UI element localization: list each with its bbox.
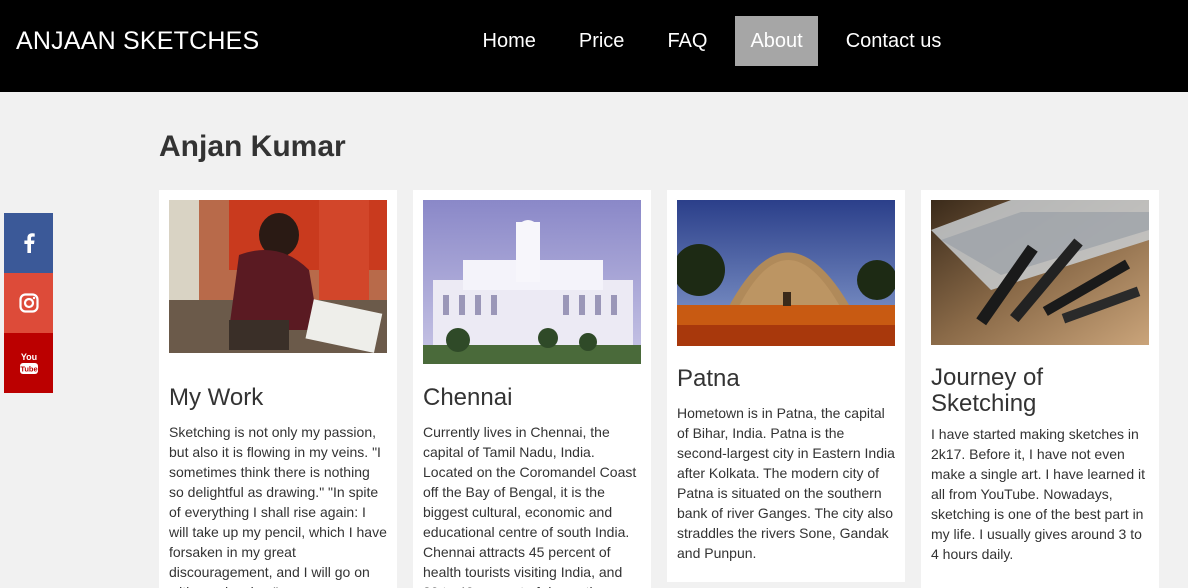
sketching-pens-photo — [931, 200, 1149, 345]
card-title: My Work — [169, 384, 264, 411]
facebook-icon — [23, 233, 35, 253]
social-bar: You Tube — [4, 213, 53, 393]
card-text: I have started making sketches in 2k17. … — [931, 426, 1146, 562]
nav-faq[interactable]: FAQ — [652, 16, 723, 66]
instagram-button[interactable] — [4, 273, 53, 333]
card-text: Currently lives in Chennai, the capital … — [423, 424, 637, 588]
card-text: Hometown is in Patna, the capital of Bih… — [677, 405, 895, 561]
card-chennai: Chennai Currently lives in Chennai, the … — [413, 190, 651, 588]
card-title: Patna — [677, 365, 740, 392]
card-patna: Patna Hometown is in Patna, the capital … — [667, 190, 905, 582]
youtube-icon-text-bottom: Tube — [20, 365, 37, 374]
card-title: Journey of Sketching — [931, 364, 1044, 417]
page-title: Anjan Kumar — [159, 130, 346, 163]
youtube-button[interactable]: You Tube — [4, 333, 53, 393]
artist-sketching-photo — [169, 200, 387, 353]
chennai-building-photo — [423, 200, 641, 364]
nav-contact[interactable]: Contact us — [830, 16, 957, 66]
card-journey: Journey of Sketching I have started maki… — [921, 190, 1159, 588]
facebook-button[interactable] — [4, 213, 53, 273]
instagram-icon — [18, 293, 39, 313]
patna-golghar-photo — [677, 200, 895, 346]
nav-home[interactable]: Home — [467, 16, 551, 66]
brand-logo[interactable]: ANJAAN SKETCHES — [16, 27, 259, 56]
card-text: Sketching is not only my passion, but al… — [169, 424, 387, 588]
nav-price[interactable]: Price — [563, 16, 640, 66]
youtube-icon: You Tube — [19, 352, 38, 374]
main-nav: Home Price FAQ About Contact us — [467, 16, 957, 66]
card-my-work: My Work Sketching is not only my passion… — [159, 190, 397, 588]
youtube-icon-text-top: You — [20, 352, 36, 362]
top-navbar: ANJAAN SKETCHES Home Price FAQ About Con… — [0, 0, 1188, 92]
nav-about[interactable]: About — [734, 16, 819, 66]
card-title: Chennai — [423, 384, 513, 411]
